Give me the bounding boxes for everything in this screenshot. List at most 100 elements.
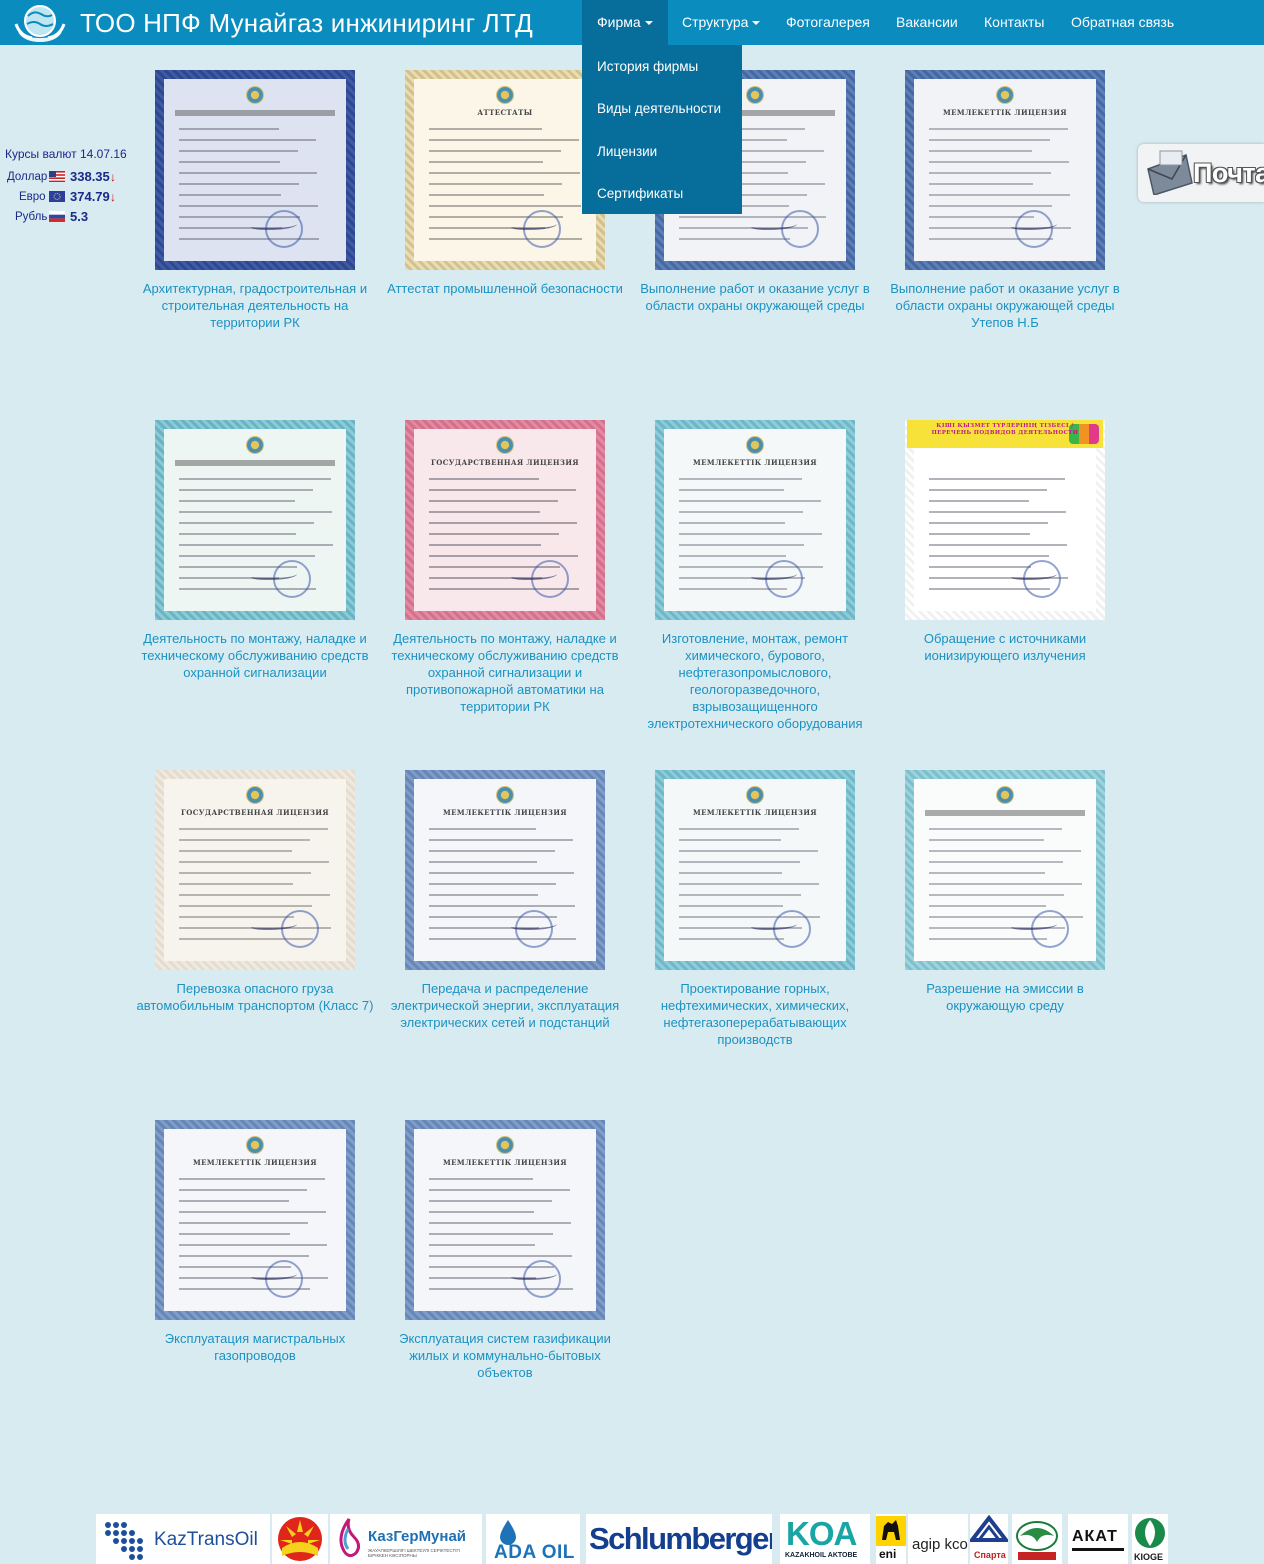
certificate-caption-link[interactable]: Эксплуатация магистральных газопроводов [135, 1330, 375, 1364]
certificate-caption-link[interactable]: Разрешение на эмиссии в окружающую среду [885, 980, 1125, 1014]
text-line [179, 1233, 290, 1235]
certificate-caption-link[interactable]: Деятельность по монтажу, наладке и техни… [135, 630, 375, 681]
firma-dropdown-menu: История фирмы Виды деятельности Лицензии… [582, 45, 742, 214]
text-line [929, 500, 1029, 502]
text-line [429, 511, 540, 513]
site-title[interactable]: ТОО НПФ Мунайгаз инжиниринг ЛТД [80, 8, 533, 39]
certificate-thumbnail[interactable]: МЕМЛЕКЕТТІК ЛИЦЕНЗИЯ [405, 1120, 605, 1320]
emblem-icon [996, 86, 1014, 104]
cnpc-logo-icon [278, 1517, 322, 1561]
nav-vacancies[interactable]: Вакансии [881, 0, 973, 45]
text-line [929, 872, 1045, 874]
text-line [679, 544, 804, 546]
text-line [929, 128, 1068, 130]
partner-kaztransoil[interactable]: KazTransOil [96, 1514, 270, 1564]
partner-cnpc[interactable] [272, 1514, 328, 1564]
text-line [679, 533, 822, 535]
globe-hands-logo-icon[interactable] [14, 2, 66, 43]
nav-firma-label: Фирма [597, 14, 641, 30]
text-line [929, 905, 1046, 907]
nav-firma[interactable]: Фирма [582, 0, 668, 45]
text-line [179, 828, 328, 830]
text-line [929, 850, 1081, 852]
rate-name: Евро [19, 191, 46, 203]
partner-schlumberger[interactable]: Schlumberger [586, 1514, 772, 1564]
partner-kioge[interactable]: KIOGE [1132, 1514, 1168, 1564]
partner-ada-oil[interactable]: ADA OIL [486, 1514, 580, 1564]
text-line [429, 522, 577, 524]
certificate-caption-link[interactable]: Перевозка опасного груза автомобильным т… [135, 980, 375, 1014]
certificate-thumbnail[interactable]: МЕМЛЕКЕТТІК ЛИЦЕНЗИЯ [655, 420, 855, 620]
text-line [679, 478, 802, 480]
certificate-image: МЕМЛЕКЕТТІК ЛИЦЕНЗИЯ [655, 420, 855, 620]
text-line [429, 828, 536, 830]
certificate-paper [164, 1129, 346, 1311]
certificate-caption-link[interactable]: Выполнение работ и оказание услуг в обла… [635, 280, 875, 314]
partner-akat[interactable]: АКАТ [1068, 1514, 1128, 1564]
nav-contacts[interactable]: Контакты [969, 0, 1059, 45]
certificate-thumbnail[interactable]: ҚІШІ ҚЫЗМЕТ ТҮРЛЕРІНІҢ ТІЗБЕСІ / ПЕРЕЧЕН… [905, 420, 1105, 620]
text-line [429, 905, 575, 907]
certificate-thumbnail[interactable]: ГОСУДАРСТВЕННАЯ ЛИЦЕНЗИЯ [155, 770, 355, 970]
certificate-thumbnail[interactable]: АТТЕСТАТЫ [405, 70, 605, 270]
partner-agip-kco[interactable]: agip kco [908, 1514, 968, 1564]
partner-kazakhoil-aktobe[interactable]: KOA KAZAKHOIL AKTOBE [780, 1514, 870, 1564]
certificate-caption-link[interactable]: Изготовление, монтаж, ремонт химического… [635, 630, 875, 732]
partner-kazgermunai[interactable]: КазГерМунай ЖАУАПКЕРШІЛІГІ ШЕКТЕУЛІ СЕРІ… [330, 1514, 482, 1564]
text-line [929, 489, 1047, 491]
text-line [679, 872, 782, 874]
certificate-thumbnail[interactable]: ГОСУДАРСТВЕННАЯ ЛИЦЕНЗИЯ [405, 420, 605, 620]
certificate-image: МЕМЛЕКЕТТІК ЛИЦЕНЗИЯ [155, 1120, 355, 1320]
text-line [179, 905, 312, 907]
nav-feedback[interactable]: Обратная связь [1056, 0, 1189, 45]
certificate-paper [164, 429, 346, 611]
menu-item-history[interactable]: История фирмы [597, 59, 698, 74]
certificate-thumbnail[interactable]: МЕМЛЕКЕТТІК ЛИЦЕНЗИЯ [155, 1120, 355, 1320]
certificate-title: МЕМЛЕКЕТТІК ЛИЦЕНЗИЯ [443, 808, 567, 817]
text-line [179, 194, 281, 196]
certificate-caption-link[interactable]: Эксплуатация систем газификации жилых и … [385, 1330, 625, 1381]
text-line [429, 839, 573, 841]
certificate-title: АТТЕСТАТЫ [477, 108, 533, 117]
certificate-thumbnail[interactable] [905, 770, 1105, 970]
envelope-icon [1147, 150, 1193, 195]
emblem-icon [246, 786, 264, 804]
text-line [179, 139, 316, 141]
mail-button[interactable]: Почта [1138, 144, 1264, 202]
certificate-paper [414, 429, 596, 611]
menu-item-certificates[interactable]: Сертификаты [597, 186, 683, 201]
partner-eagle[interactable] [1012, 1514, 1062, 1564]
menu-item-activities[interactable]: Виды деятельности [597, 101, 721, 116]
menu-item-licenses[interactable]: Лицензии [597, 144, 657, 159]
partner-sparta[interactable]: Спарта [970, 1514, 1008, 1564]
text-line [679, 894, 801, 896]
nav-struktura[interactable]: Структура [667, 0, 775, 45]
nav-photogallery[interactable]: Фотогалерея [771, 0, 885, 45]
certificate-caption-link[interactable]: Проектирование горных, нефтехимических, … [635, 980, 875, 1048]
certificate-thumbnail[interactable]: МЕМЛЕКЕТТІК ЛИЦЕНЗИЯ [905, 70, 1105, 270]
certificate-thumbnail[interactable] [155, 420, 355, 620]
certificate-caption-link[interactable]: Аттестат промышленной безопасности [385, 280, 625, 297]
text-line [929, 161, 1069, 163]
certificate-title-bar [175, 110, 335, 116]
certificate-paper [914, 429, 1096, 611]
text-line [179, 205, 318, 207]
emblem-icon [496, 1136, 514, 1154]
certificate-caption-link[interactable]: Выполнение работ и оказание услуг в обла… [885, 280, 1125, 331]
certificate-caption-link[interactable]: Передача и распределение электрической э… [385, 980, 625, 1031]
certificate-paper [164, 79, 346, 261]
text-line [929, 861, 1063, 863]
certificate-thumbnail[interactable]: МЕМЛЕКЕТТІК ЛИЦЕНЗИЯ [405, 770, 605, 970]
certificate-thumbnail[interactable]: МЕМЛЕКЕТТІК ЛИЦЕНЗИЯ [655, 770, 855, 970]
certificate-paper [414, 1129, 596, 1311]
certificate-title: ҚІШІ ҚЫЗМЕТ ТҮРЛЕРІНІҢ ТІЗБЕСІ / ПЕРЕЧЕН… [931, 423, 1079, 437]
certificate-caption-link[interactable]: Архитектурная, градостроительная и строи… [135, 280, 375, 331]
text-line [179, 183, 299, 185]
text-line [929, 194, 1070, 196]
certificate-caption-link[interactable]: Деятельность по монтажу, наладке и техни… [385, 630, 625, 715]
certificate-caption-link[interactable]: Обращение с источниками ионизирующего из… [885, 630, 1125, 664]
text-line [429, 489, 576, 491]
certificate-thumbnail[interactable] [155, 70, 355, 270]
text-line [929, 883, 1082, 885]
partner-eni[interactable]: eni [876, 1514, 906, 1564]
